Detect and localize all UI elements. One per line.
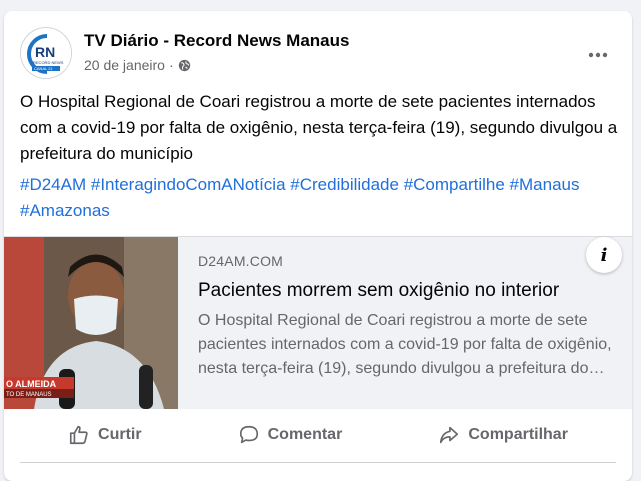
- share-label: Compartilhar: [468, 426, 568, 443]
- like-button[interactable]: Curtir: [56, 416, 154, 454]
- link-title[interactable]: Pacientes morrem sem oxigênio no interio…: [198, 279, 614, 303]
- post-actions: Curtir Comentar Compartilhar: [20, 409, 616, 461]
- post-meta: 20 de janeiro ·: [84, 57, 191, 73]
- post-header: RN RECORD NEWS CANAL 21 TV Diário - Reco…: [20, 27, 616, 79]
- globe-icon[interactable]: [178, 59, 191, 72]
- page-avatar[interactable]: RN RECORD NEWS CANAL 21: [20, 27, 72, 79]
- comments-divider: [20, 462, 616, 463]
- comment-label: Comentar: [267, 426, 343, 443]
- hashtag-link[interactable]: #InteragindoComANotícia: [91, 175, 286, 194]
- comment-button[interactable]: Comentar: [226, 416, 355, 454]
- link-domain: D24AM.COM: [198, 253, 284, 269]
- logo-badge: CANAL 21: [34, 66, 54, 71]
- info-icon[interactable]: i: [586, 237, 622, 273]
- record-news-logo: RN RECORD NEWS CANAL 21: [21, 28, 71, 78]
- hashtag-link[interactable]: #Amazonas: [20, 201, 110, 220]
- like-label: Curtir: [98, 426, 142, 443]
- comment-bubble-icon: [239, 425, 258, 444]
- link-preview[interactable]: O ALMEIDA TO DE MANAUS D24AM.COM Pacient…: [4, 236, 632, 409]
- thumbs-up-icon: [69, 425, 88, 445]
- meta-separator: ·: [168, 57, 174, 73]
- link-description: O Hospital Regional de Coari registrou a…: [198, 312, 612, 377]
- post-date[interactable]: 20 de janeiro: [84, 57, 165, 73]
- share-arrow-icon: [440, 426, 459, 444]
- post-card: RN RECORD NEWS CANAL 21 TV Diário - Reco…: [4, 11, 632, 481]
- hashtag-link[interactable]: #Credibilidade: [290, 175, 399, 194]
- more-options-button[interactable]: [580, 37, 616, 73]
- thumbnail-caption-name: O ALMEIDA: [6, 379, 57, 389]
- thumbnail-image: O ALMEIDA TO DE MANAUS: [4, 237, 178, 409]
- more-dots-icon: [588, 52, 608, 58]
- link-thumbnail[interactable]: O ALMEIDA TO DE MANAUS: [4, 237, 178, 409]
- page-name[interactable]: TV Diário - Record News Manaus: [84, 31, 349, 51]
- logo-subtext: RECORD NEWS: [33, 60, 64, 65]
- hashtag-link[interactable]: #D24AM: [20, 175, 86, 194]
- hashtag-list: #D24AM #InteragindoComANotícia #Credibil…: [20, 172, 580, 224]
- hashtag-link[interactable]: #Manaus: [510, 175, 580, 194]
- hashtag-link[interactable]: #Compartilhe: [404, 175, 505, 194]
- thumbnail-caption-place: TO DE MANAUS: [6, 392, 52, 398]
- link-body[interactable]: D24AM.COM Pacientes morrem sem oxigênio …: [178, 237, 632, 409]
- post-text: O Hospital Regional de Coari registrou a…: [20, 92, 618, 163]
- logo-lettering: RN: [35, 44, 55, 60]
- share-button[interactable]: Compartilhar: [426, 416, 580, 454]
